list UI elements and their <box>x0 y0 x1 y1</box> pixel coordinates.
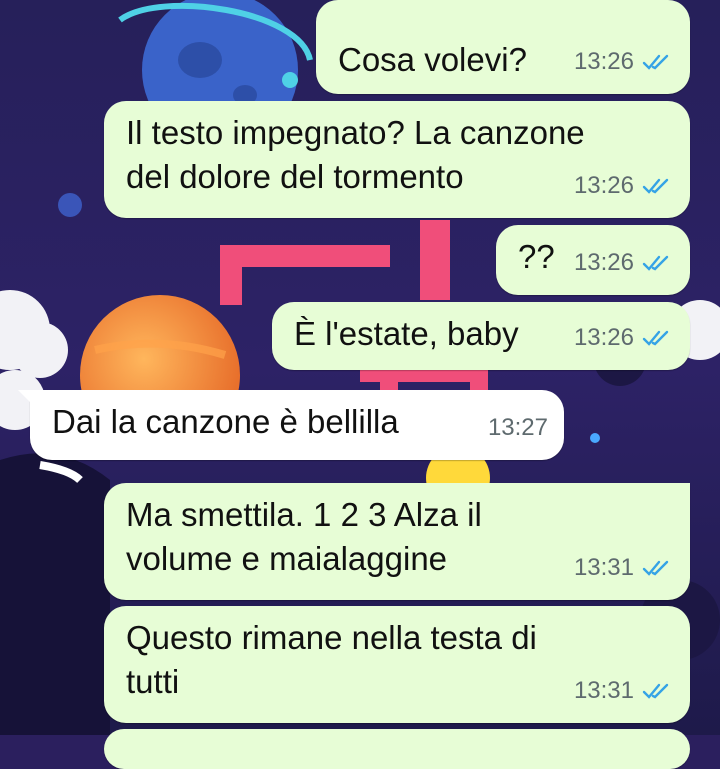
message-text: Ma smettila. 1 2 3 Alza il volume e maia… <box>126 496 482 577</box>
message-text: Cosa volevi? <box>338 41 527 78</box>
message-meta: 13:31 <box>574 546 672 590</box>
message-bubble-outgoing-partial[interactable] <box>104 729 690 769</box>
double-check-read-icon <box>642 54 669 70</box>
message-text: Il testo impegnato? La canzone del dolor… <box>126 114 585 195</box>
message-text: Dai la canzone è bellilla <box>52 403 399 440</box>
message-time: 13:31 <box>573 677 634 704</box>
message-text: ?? <box>518 238 555 275</box>
message-time: 13:26 <box>573 249 634 276</box>
message-bubble-outgoing[interactable]: Cosa volevi? 13:26 <box>316 0 690 94</box>
message-meta: 13:31 <box>574 669 672 713</box>
message-time: 13:26 <box>573 172 634 199</box>
message-time: 13:26 <box>573 48 634 75</box>
message-text: È l'estate, baby <box>294 315 519 352</box>
bubble-tail <box>18 390 36 408</box>
message-bubble-outgoing[interactable]: È l'estate, baby 13:26 <box>272 302 690 370</box>
message-time: 13:27 <box>487 414 548 441</box>
message-time: 13:31 <box>573 554 634 581</box>
message-bubble-outgoing[interactable]: Questo rimane nella testa di tutti 13:31 <box>104 606 690 723</box>
message-meta: 13:26 <box>574 316 672 360</box>
message-meta: 13:27 <box>488 406 548 450</box>
double-check-read-icon <box>642 683 669 699</box>
message-meta: 13:26 <box>574 164 672 208</box>
message-meta: 13:26 <box>574 241 672 285</box>
message-meta: 13:26 <box>574 40 672 84</box>
double-check-read-icon <box>642 178 669 194</box>
double-check-read-icon <box>642 330 669 346</box>
message-bubble-outgoing[interactable]: Ma smettila. 1 2 3 Alza il volume e maia… <box>104 483 690 600</box>
message-bubble-outgoing[interactable]: Il testo impegnato? La canzone del dolor… <box>104 101 690 218</box>
message-time: 13:26 <box>573 324 634 351</box>
double-check-read-icon <box>642 255 669 271</box>
dot-decoration <box>590 433 600 443</box>
message-bubble-incoming[interactable]: Dai la canzone è bellilla 13:27 <box>18 390 564 460</box>
dark-hill-decoration <box>0 453 110 735</box>
message-bubble-outgoing[interactable]: ?? 13:26 <box>496 225 690 295</box>
double-check-read-icon <box>642 560 669 576</box>
star-decoration <box>58 193 82 217</box>
message-text: Questo rimane nella testa di tutti <box>126 619 537 700</box>
